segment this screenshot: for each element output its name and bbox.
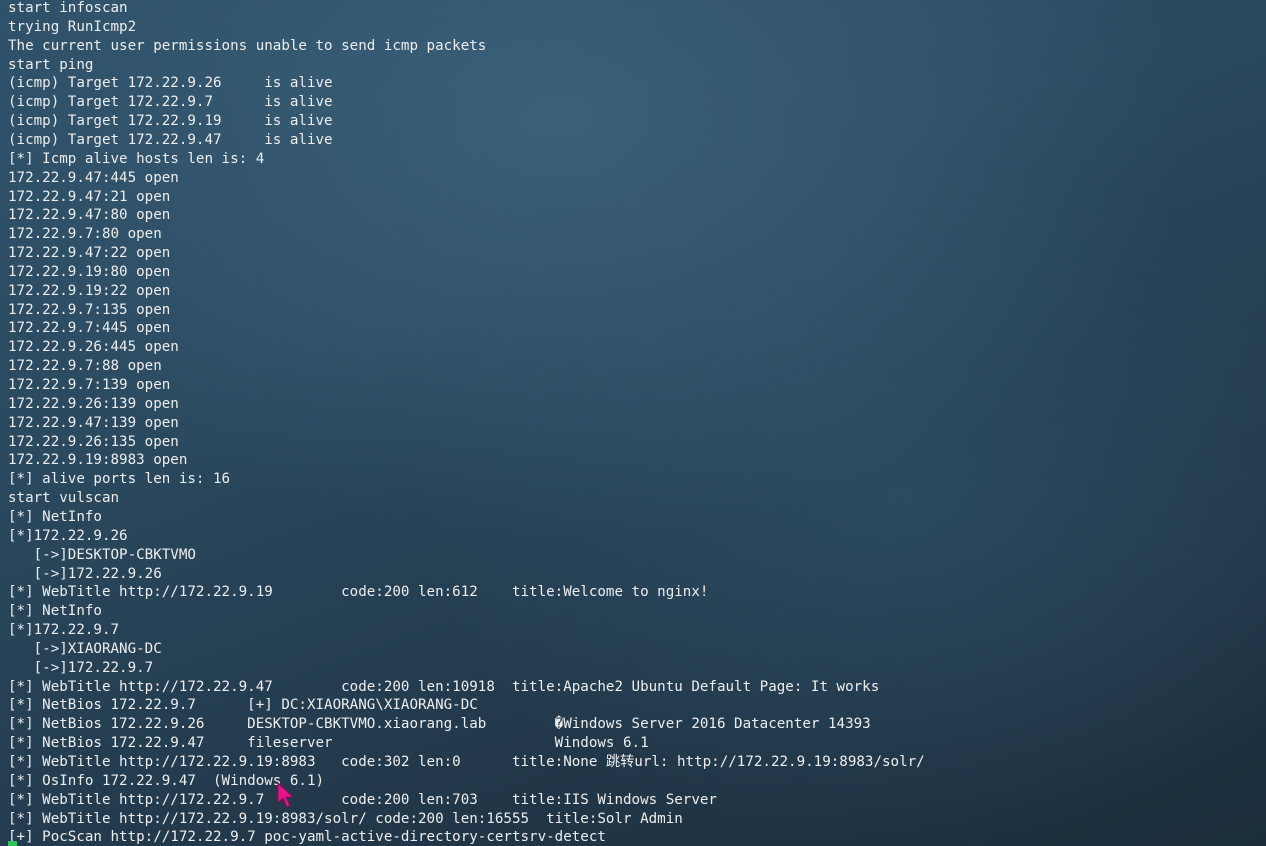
terminal-line: [->]172.22.9.26 <box>8 565 162 582</box>
terminal-line: [->]DESKTOP-CBKTVMO <box>8 546 196 563</box>
terminal-line: 172.22.9.47:21 open <box>8 188 171 205</box>
terminal-line: [*] WebTitle http://172.22.9.47 code:200… <box>8 678 880 695</box>
terminal-line: [*] NetBios 172.22.9.47 fileserver Windo… <box>8 735 649 752</box>
terminal-line: (icmp) Target 172.22.9.19 is alive <box>8 113 333 130</box>
terminal-line: (icmp) Target 172.22.9.47 is alive <box>8 131 333 148</box>
terminal-line: [*] WebTitle http://172.22.9.19:8983/sol… <box>8 810 683 827</box>
terminal-line: 172.22.9.47:445 open <box>8 169 179 186</box>
terminal-line: [*] alive ports len is: 16 <box>8 471 231 488</box>
terminal-line: [*]172.22.9.26 <box>8 527 128 544</box>
terminal-line: 172.22.9.47:80 open <box>8 207 171 224</box>
terminal-line: 172.22.9.7:80 open <box>8 226 162 243</box>
terminal-line: [+] PocScan http://172.22.9.7 poc-yaml-a… <box>8 829 606 846</box>
terminal-line: 172.22.9.19:8983 open <box>8 452 188 469</box>
terminal-line: [*] WebTitle http://172.22.9.19 code:200… <box>8 584 709 601</box>
terminal-line: 172.22.9.19:80 open <box>8 263 171 280</box>
terminal-line: [*]172.22.9.7 <box>8 622 120 639</box>
terminal-line: 172.22.9.7:445 open <box>8 320 171 337</box>
terminal-line: (icmp) Target 172.22.9.7 is alive <box>8 94 333 111</box>
terminal-line: [*] WebTitle http://172.22.9.19:8983 cod… <box>8 754 925 770</box>
terminal-line: 172.22.9.26:135 open <box>8 433 179 450</box>
terminal-line: [*] NetInfo <box>8 603 102 620</box>
mouse-pointer-icon <box>277 782 295 808</box>
terminal-line: [*] NetBios 172.22.9.7 [+] DC:XIAORANG\X… <box>8 697 478 714</box>
terminal-line: (icmp) Target 172.22.9.26 is alive <box>8 75 333 92</box>
terminal-line: 172.22.9.47:139 open <box>8 414 179 431</box>
terminal-line: [->]XIAORANG-DC <box>8 640 162 657</box>
terminal-line: [*] WebTitle http://172.22.9.7 code:200 … <box>8 791 717 808</box>
terminal-line: trying RunIcmp2 <box>8 18 137 35</box>
terminal-line: start ping <box>8 56 94 73</box>
terminal-line: [->]172.22.9.7 <box>8 659 154 676</box>
terminal-line: 172.22.9.26:139 open <box>8 395 179 412</box>
terminal-line: [*] NetBios 172.22.9.26 DESKTOP-CBKTVMO.… <box>8 716 871 733</box>
terminal-cursor <box>8 841 17 846</box>
terminal-line: [*] Icmp alive hosts len is: 4 <box>8 150 265 167</box>
terminal-line: 172.22.9.7:139 open <box>8 377 171 393</box>
terminal-line: 172.22.9.26:445 open <box>8 339 179 356</box>
terminal-line: start vulscan <box>8 490 120 507</box>
terminal-line: 172.22.9.19:22 open <box>8 282 171 299</box>
terminal-line: start infoscan <box>8 0 128 16</box>
terminal-line: [*] NetInfo <box>8 508 102 525</box>
terminal-line: 172.22.9.47:22 open <box>8 245 171 262</box>
terminal-line: 172.22.9.7:88 open <box>8 358 162 375</box>
terminal-line: The current user permissions unable to s… <box>8 37 487 54</box>
terminal-window[interactable]: start infoscan trying RunIcmp2 The current… <box>0 0 1266 846</box>
terminal-line: 172.22.9.7:135 open <box>8 301 171 318</box>
